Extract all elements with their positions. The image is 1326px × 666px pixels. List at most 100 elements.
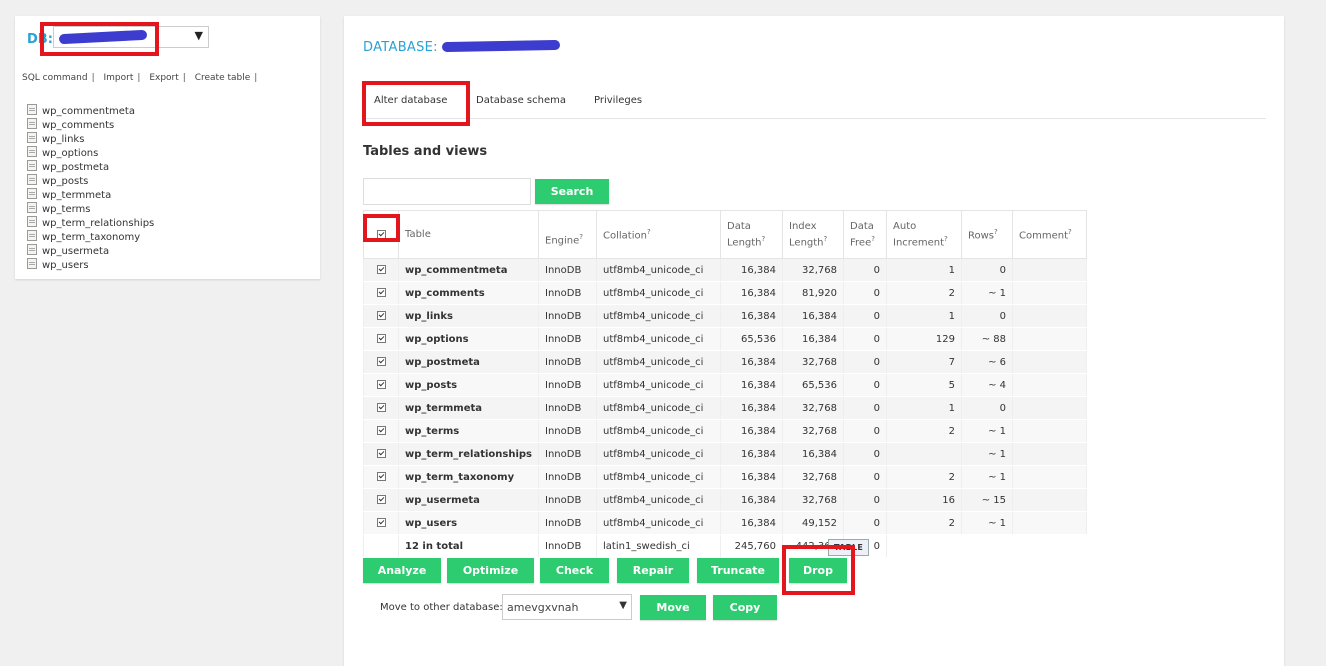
row-count: ~ 1 [961, 465, 1014, 489]
row-checkbox[interactable] [376, 426, 386, 435]
table-name[interactable]: wp_term_taxonomy [397, 465, 540, 489]
row-checkbox[interactable] [376, 288, 386, 297]
row-checkbox[interactable] [376, 495, 386, 504]
row-checkbox[interactable] [376, 518, 386, 527]
select-all-checkbox[interactable] [376, 229, 386, 239]
sidebar-table-item[interactable]: wp_termmeta [27, 188, 154, 202]
engine: InnoDB [538, 442, 598, 466]
row-checkbox-cell [363, 258, 399, 282]
column-header-rows[interactable]: Rows? [961, 210, 1014, 259]
collation: utf8mb4_unicode_ci [596, 258, 722, 282]
total-row: 12 in total InnoDB latin1_swedish_ci 245… [363, 534, 1087, 558]
total-spacer [363, 534, 399, 558]
table-name[interactable]: wp_commentmeta [397, 258, 540, 282]
table-name[interactable]: wp_users [397, 511, 540, 535]
table-name[interactable]: wp_comments [397, 281, 540, 305]
sidebar-table-item[interactable]: wp_term_taxonomy [27, 230, 154, 244]
export-link[interactable]: Export [149, 73, 178, 83]
table-icon [27, 258, 37, 269]
table-name[interactable]: wp_termmeta [397, 396, 540, 420]
sidebar-table-item[interactable]: wp_options [27, 146, 154, 160]
row-checkbox-cell [363, 304, 399, 328]
data-free: 0 [843, 465, 888, 489]
row-checkbox[interactable] [376, 449, 386, 458]
tab-alter-database[interactable]: Alter database [374, 95, 447, 106]
auto-increment: 2 [886, 419, 963, 443]
auto-increment: 2 [886, 511, 963, 535]
row-checkbox[interactable] [376, 265, 386, 274]
data-free: 0 [843, 258, 888, 282]
collation: utf8mb4_unicode_ci [596, 281, 722, 305]
table-name[interactable]: wp_posts [397, 373, 540, 397]
check-button[interactable]: Check [540, 558, 609, 583]
sidebar-table-item[interactable]: wp_usermeta [27, 244, 154, 258]
sidebar-table-item[interactable]: wp_postmeta [27, 160, 154, 174]
sql-command-link[interactable]: SQL command [22, 73, 88, 83]
data-free: 0 [843, 281, 888, 305]
repair-button[interactable]: Repair [617, 558, 689, 583]
table-row: wp_comments InnoDB utf8mb4_unicode_ci 16,38… [363, 281, 1088, 305]
row-checkbox[interactable] [376, 403, 386, 412]
table-icon [27, 230, 37, 241]
tab-privileges[interactable]: Privileges [594, 95, 642, 106]
import-link[interactable]: Import [104, 73, 134, 83]
column-header-comment[interactable]: Comment? [1012, 210, 1088, 259]
comment [1012, 350, 1088, 374]
row-checkbox[interactable] [376, 357, 386, 366]
sidebar-table-item[interactable]: wp_commentmeta [27, 104, 154, 118]
column-header-collation[interactable]: Collation? [596, 210, 722, 259]
table-row: wp_users InnoDB utf8mb4_unicode_ci 16,384 49… [363, 511, 1088, 535]
row-checkbox-cell [363, 327, 399, 351]
sidebar-table-item[interactable]: wp_comments [27, 118, 154, 132]
move-database-select[interactable]: amevgxvnah ▼ [502, 594, 632, 620]
sidebar-table-item[interactable]: wp_terms [27, 202, 154, 216]
column-header-table[interactable]: Table [397, 210, 540, 259]
dropdown-arrow-icon: ▼ [619, 600, 627, 611]
sidebar-table-item[interactable]: wp_term_relationships [27, 216, 154, 230]
sidebar-table-item[interactable]: wp_users [27, 258, 154, 272]
create-table-link[interactable]: Create table [195, 73, 251, 83]
auto-increment: 129 [886, 327, 963, 351]
auto-increment: 1 [886, 258, 963, 282]
index-length: 32,768 [782, 396, 845, 420]
table-name[interactable]: wp_terms [397, 419, 540, 443]
table-name[interactable]: wp_usermeta [397, 488, 540, 512]
auto-increment [886, 442, 963, 466]
comment [1012, 304, 1088, 328]
analyze-button[interactable]: Analyze [363, 558, 441, 583]
engine: InnoDB [538, 465, 598, 489]
sidebar-table-item[interactable]: wp_posts [27, 174, 154, 188]
search-button[interactable]: Search [535, 179, 609, 204]
truncate-button[interactable]: Truncate [697, 558, 779, 583]
row-count: 0 [961, 396, 1014, 420]
table-name[interactable]: wp_postmeta [397, 350, 540, 374]
column-header-engine[interactable]: Engine? [538, 210, 598, 259]
column-header-data-length[interactable]: Data Length? [720, 210, 784, 259]
tab-database-schema[interactable]: Database schema [476, 95, 566, 106]
collation: utf8mb4_unicode_ci [596, 488, 722, 512]
drop-button[interactable]: Drop [789, 558, 847, 583]
database-select[interactable]: ▼ [53, 26, 209, 48]
column-header-data-free[interactable]: Data Free? [843, 210, 888, 259]
column-header-index-length[interactable]: Index Length? [782, 210, 845, 259]
move-button[interactable]: Move [640, 595, 706, 620]
row-checkbox[interactable] [376, 380, 386, 389]
sidebar-table-item[interactable]: wp_links [27, 132, 154, 146]
table-name[interactable]: wp_options [397, 327, 540, 351]
table-name[interactable]: wp_term_relationships [397, 442, 540, 466]
table-icon [27, 146, 37, 157]
table-name[interactable]: wp_links [397, 304, 540, 328]
search-input[interactable] [363, 178, 531, 205]
index-length: 65,536 [782, 373, 845, 397]
copy-button[interactable]: Copy [713, 595, 777, 620]
column-header-auto-increment[interactable]: Auto Increment? [886, 210, 963, 259]
row-checkbox[interactable] [376, 472, 386, 481]
row-checkbox-cell [363, 373, 399, 397]
main-panel: DATABASE: Alter database Database schema… [344, 16, 1284, 666]
engine: InnoDB [538, 350, 598, 374]
row-checkbox[interactable] [376, 311, 386, 320]
row-checkbox[interactable] [376, 334, 386, 343]
comment [1012, 511, 1088, 535]
optimize-button[interactable]: Optimize [447, 558, 534, 583]
row-checkbox-cell [363, 419, 399, 443]
